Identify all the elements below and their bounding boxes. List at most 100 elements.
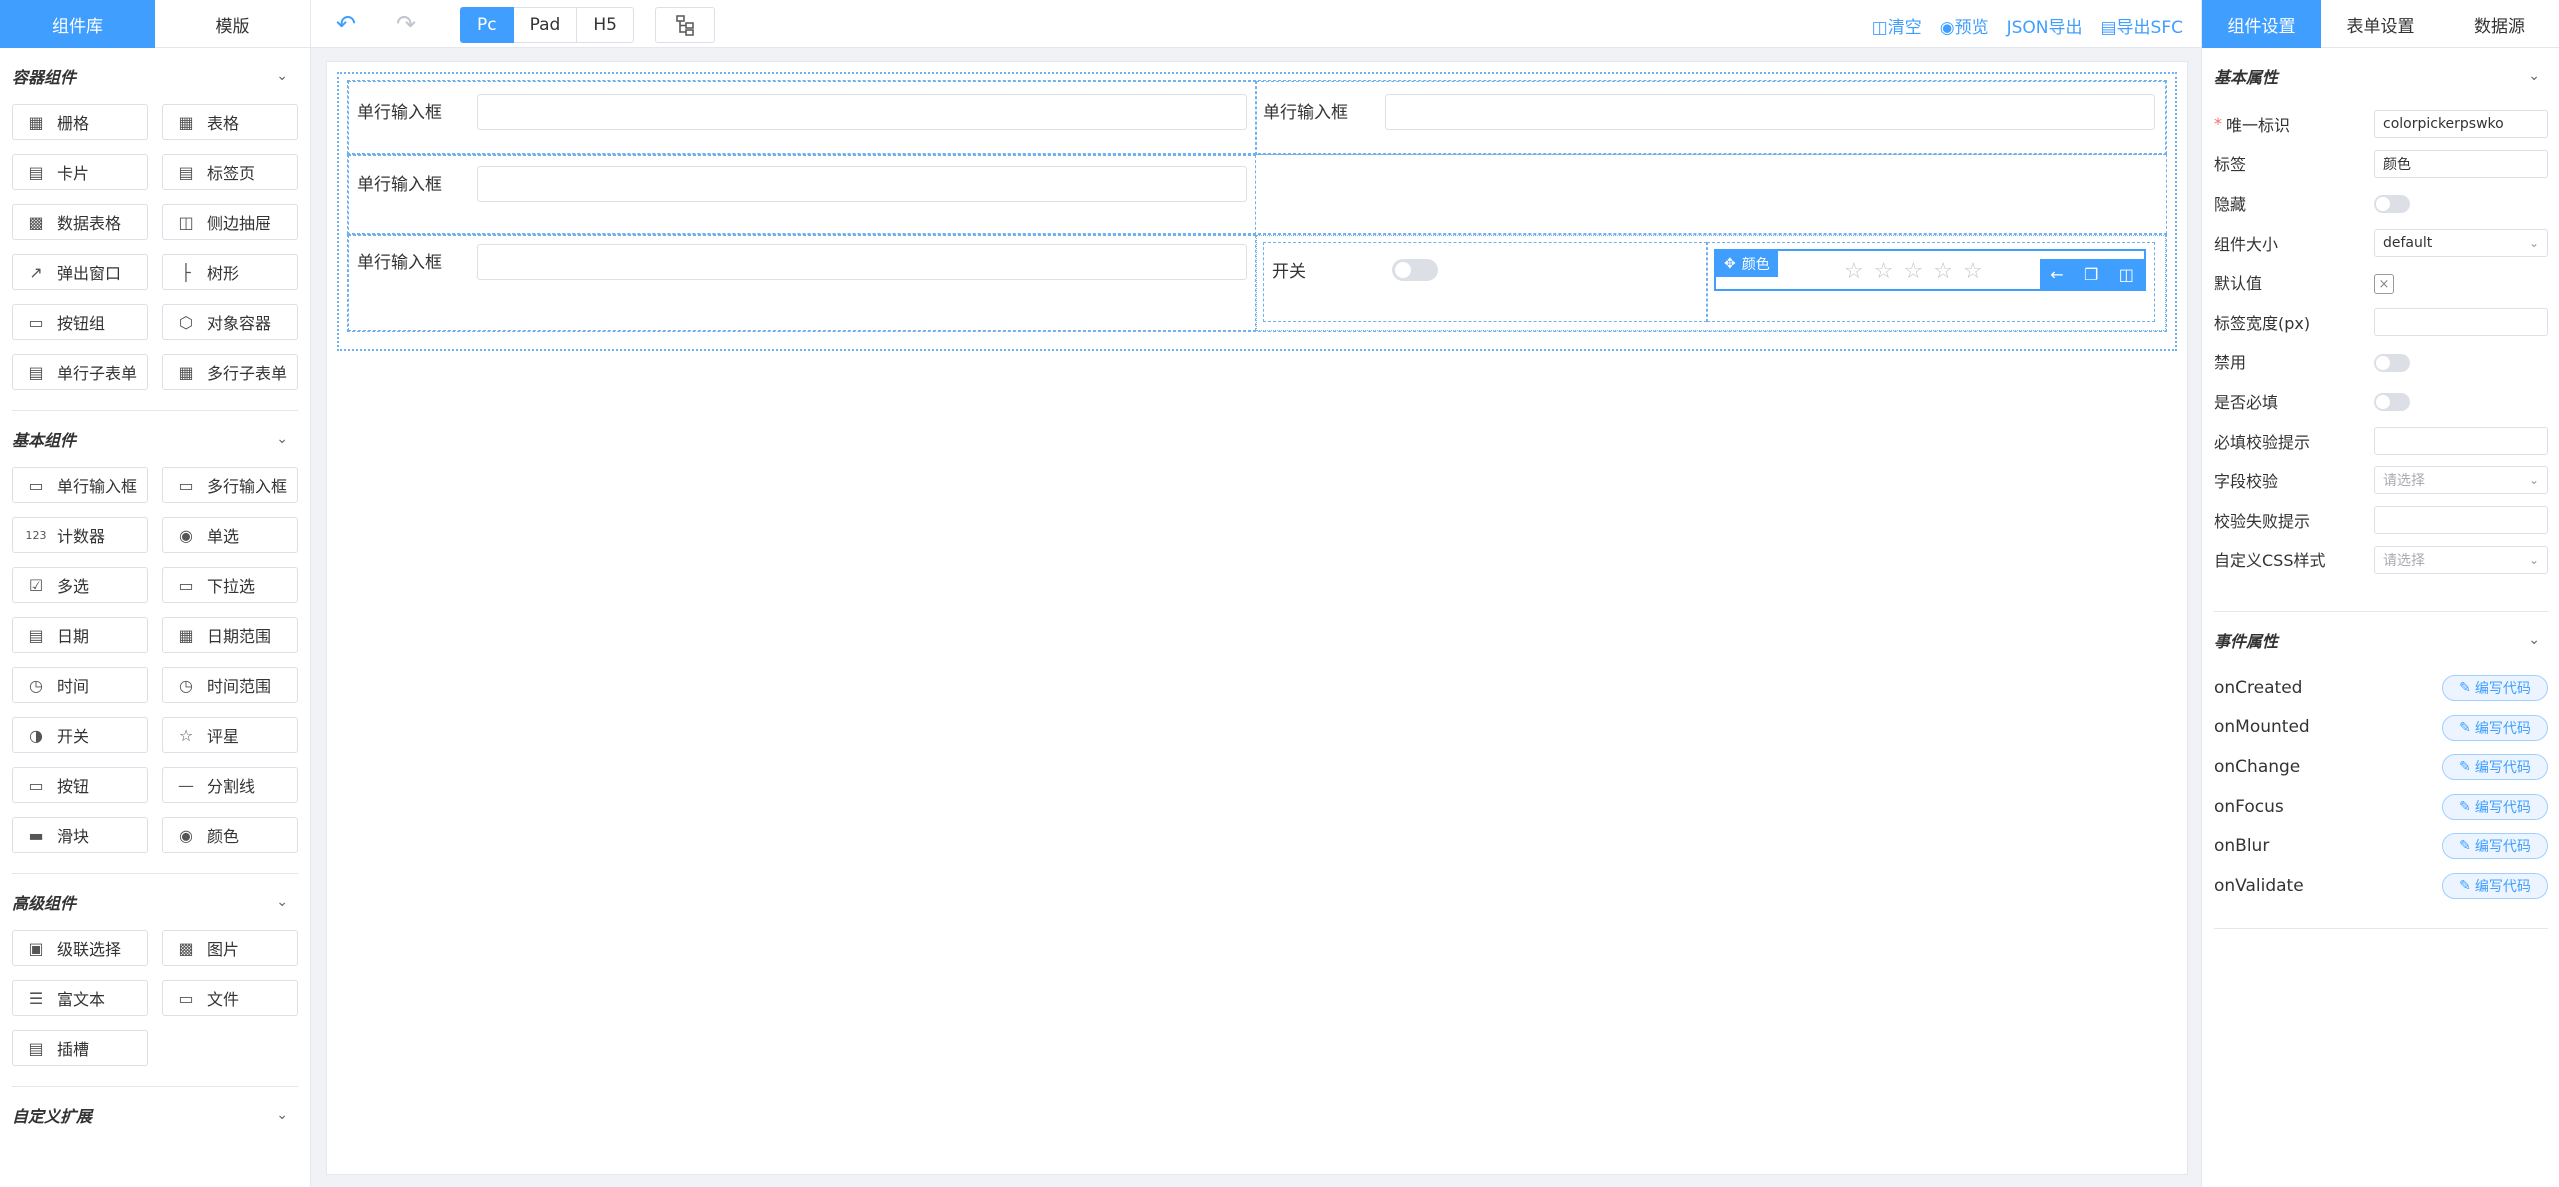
device-pc-button[interactable]: Pc (460, 7, 514, 43)
basic-section-header[interactable]: 基本组件 ⌄ (12, 411, 298, 467)
component-grid-layout[interactable]: ▦ 栅格 (12, 104, 148, 140)
edit-code-label: 编写代码 (2474, 799, 2531, 816)
star-icon[interactable]: ☆ (1874, 259, 1894, 284)
preview-button[interactable]: ◉预览 (1940, 13, 1989, 38)
grid-col[interactable]: 单行输入框 (348, 81, 1256, 155)
component-time[interactable]: ◷ 时间 (12, 667, 148, 703)
undo-icon[interactable]: ↶ (336, 10, 356, 38)
component-color[interactable]: ◉ 颜色 (162, 817, 298, 853)
component-number[interactable]: 123 计数器 (12, 517, 148, 553)
component-textarea[interactable]: ▭ 多行输入框 (162, 467, 298, 503)
tab-component-library[interactable]: 组件库 (0, 0, 155, 48)
nested-grid[interactable]: 开关 ✥ 颜色 ☆ ☆ ☆ ☆ ☆ ← ❐ ◫ (1256, 235, 2166, 331)
component-button-group[interactable]: ▭ 按钮组 (12, 304, 148, 340)
component-tree[interactable]: ├ 树形 (162, 254, 298, 290)
text-input[interactable] (1385, 94, 2155, 130)
text-input[interactable] (477, 166, 1247, 202)
basic-props-header[interactable]: 基本属性 ⌄ (2214, 48, 2548, 104)
copy-icon[interactable]: ❐ (2084, 265, 2098, 284)
tab-form-settings[interactable]: 表单设置 (2321, 0, 2440, 48)
component-multi-sub-form[interactable]: ▦ 多行子表单 (162, 354, 298, 390)
custom-section-header[interactable]: 自定义扩展 ⌄ (12, 1087, 298, 1143)
export-json-button[interactable]: JSON导出 (2007, 13, 2083, 38)
component-divider[interactable]: — 分割线 (162, 767, 298, 803)
tab-component-settings[interactable]: 组件设置 (2202, 0, 2321, 48)
star-icon[interactable]: ☆ (1963, 259, 1983, 284)
component-time-range[interactable]: ◷ 时间范围 (162, 667, 298, 703)
component-object-container[interactable]: ⬡ 对象容器 (162, 304, 298, 340)
component-switch[interactable]: ◑ 开关 (12, 717, 148, 753)
component-drawer[interactable]: ◫ 侧边抽屉 (162, 204, 298, 240)
select-parent-icon[interactable]: ← (2050, 265, 2063, 284)
required-switch[interactable] (2374, 393, 2410, 412)
unique-id-input[interactable]: colorpickerpswko (2374, 110, 2548, 138)
component-input[interactable]: ▭ 单行输入框 (12, 467, 148, 503)
component-image[interactable]: ▩ 图片 (162, 930, 298, 966)
grid-col[interactable]: 单行输入框 (348, 235, 1256, 331)
rate-stars[interactable]: ☆ ☆ ☆ ☆ ☆ (1844, 259, 1983, 284)
star-icon[interactable]: ☆ (1903, 259, 1923, 284)
label-width-input[interactable] (2374, 307, 2548, 336)
component-tabs[interactable]: ▤ 标签页 (162, 154, 298, 190)
edit-code-button[interactable]: ✎ 编写代码 (2442, 675, 2548, 701)
component-single-sub-form[interactable]: ▤ 单行子表单 (12, 354, 148, 390)
component-checkbox[interactable]: ☑ 多选 (12, 567, 148, 603)
node-tree-button[interactable] (655, 7, 715, 43)
component-button[interactable]: ▭ 按钮 (12, 767, 148, 803)
event-props-header[interactable]: 事件属性 ⌄ (2214, 612, 2548, 668)
component-dialog[interactable]: ↗ 弹出窗口 (12, 254, 148, 290)
grid-col[interactable]: 开关 (1263, 242, 1707, 322)
component-data-table[interactable]: ▩ 数据表格 (12, 204, 148, 240)
form-canvas[interactable]: 单行输入框 单行输入框 单行输入框 单行输入框 开关 ✥ 颜色 ☆ ☆ ☆ ☆ … (326, 61, 2188, 1175)
component-radio[interactable]: ◉ 单选 (162, 517, 298, 553)
delete-icon[interactable]: ◫ (2119, 265, 2134, 284)
grid-col[interactable]: ✥ 颜色 ☆ ☆ ☆ ☆ ☆ ← ❐ ◫ (1707, 242, 2155, 322)
component-date-range[interactable]: ▦ 日期范围 (162, 617, 298, 653)
grid-row-2[interactable]: 单行输入框 (347, 154, 2167, 235)
grid-row-1[interactable]: 单行输入框 单行输入框 (347, 80, 2167, 155)
required-msg-input[interactable] (2374, 426, 2548, 455)
component-card[interactable]: ▤ 卡片 (12, 154, 148, 190)
device-pad-button[interactable]: Pad (513, 7, 578, 43)
tab-templates[interactable]: 模版 (155, 0, 310, 48)
component-slot[interactable]: ▤ 插槽 (12, 1030, 148, 1066)
component-table[interactable]: ▦ 表格 (162, 104, 298, 140)
edit-code-button[interactable]: ✎ 编写代码 (2442, 833, 2548, 860)
switch-toggle[interactable] (1392, 259, 1438, 281)
grid-col[interactable]: 单行输入框 (1256, 81, 2166, 155)
clear-button[interactable]: ◫清空 (1872, 13, 1922, 38)
edit-code-button[interactable]: ✎ 编写代码 (2442, 872, 2548, 899)
edit-code-button[interactable]: ✎ 编写代码 (2442, 793, 2548, 820)
grid-col[interactable]: 单行输入框 (348, 155, 1256, 235)
tab-datasource[interactable]: 数据源 (2440, 0, 2559, 48)
validation-select[interactable]: 请选择 ⌄ (2374, 466, 2548, 495)
edit-code-button[interactable]: ✎ 编写代码 (2442, 754, 2548, 781)
size-select[interactable]: default ⌄ (2374, 228, 2548, 257)
text-input[interactable] (477, 244, 1247, 280)
component-select[interactable]: ▭ 下拉选 (162, 567, 298, 603)
edit-code-button[interactable]: ✎ 编写代码 (2442, 714, 2548, 741)
component-rate[interactable]: ☆ 评星 (162, 717, 298, 753)
widget-drag-tag[interactable]: ✥ 颜色 (1716, 251, 1778, 277)
component-rich-text[interactable]: ☰ 富文本 (12, 980, 148, 1016)
disabled-switch[interactable] (2374, 353, 2410, 372)
advanced-section-header[interactable]: 高级组件 ⌄ (12, 874, 298, 930)
component-date[interactable]: ▤ 日期 (12, 617, 148, 653)
device-h5-button[interactable]: H5 (577, 7, 634, 43)
css-select[interactable]: 请选择 ⌄ (2374, 545, 2548, 574)
component-file[interactable]: ▭ 文件 (162, 980, 298, 1016)
container-section-header[interactable]: 容器组件 ⌄ (12, 48, 298, 104)
default-color-picker[interactable]: × (2374, 274, 2394, 295)
fail-msg-input[interactable] (2374, 505, 2548, 534)
export-sfc-button[interactable]: ▤导出SFC (2100, 13, 2183, 38)
grid-row-3[interactable]: 单行输入框 开关 ✥ 颜色 ☆ ☆ ☆ ☆ ☆ ← ❐ ◫ (347, 234, 2167, 332)
component-slider[interactable]: ▬ 滑块 (12, 817, 148, 853)
hidden-switch[interactable] (2374, 195, 2410, 214)
redo-icon[interactable]: ↷ (396, 10, 416, 38)
text-input[interactable] (477, 94, 1247, 130)
star-icon[interactable]: ☆ (1933, 259, 1953, 284)
component-cascader[interactable]: ▣ 级联选择 (12, 930, 148, 966)
label-input[interactable]: 颜色 (2374, 149, 2548, 178)
selected-widget[interactable]: ✥ 颜色 ☆ ☆ ☆ ☆ ☆ ← ❐ ◫ (1714, 249, 2146, 291)
star-icon[interactable]: ☆ (1844, 259, 1864, 284)
